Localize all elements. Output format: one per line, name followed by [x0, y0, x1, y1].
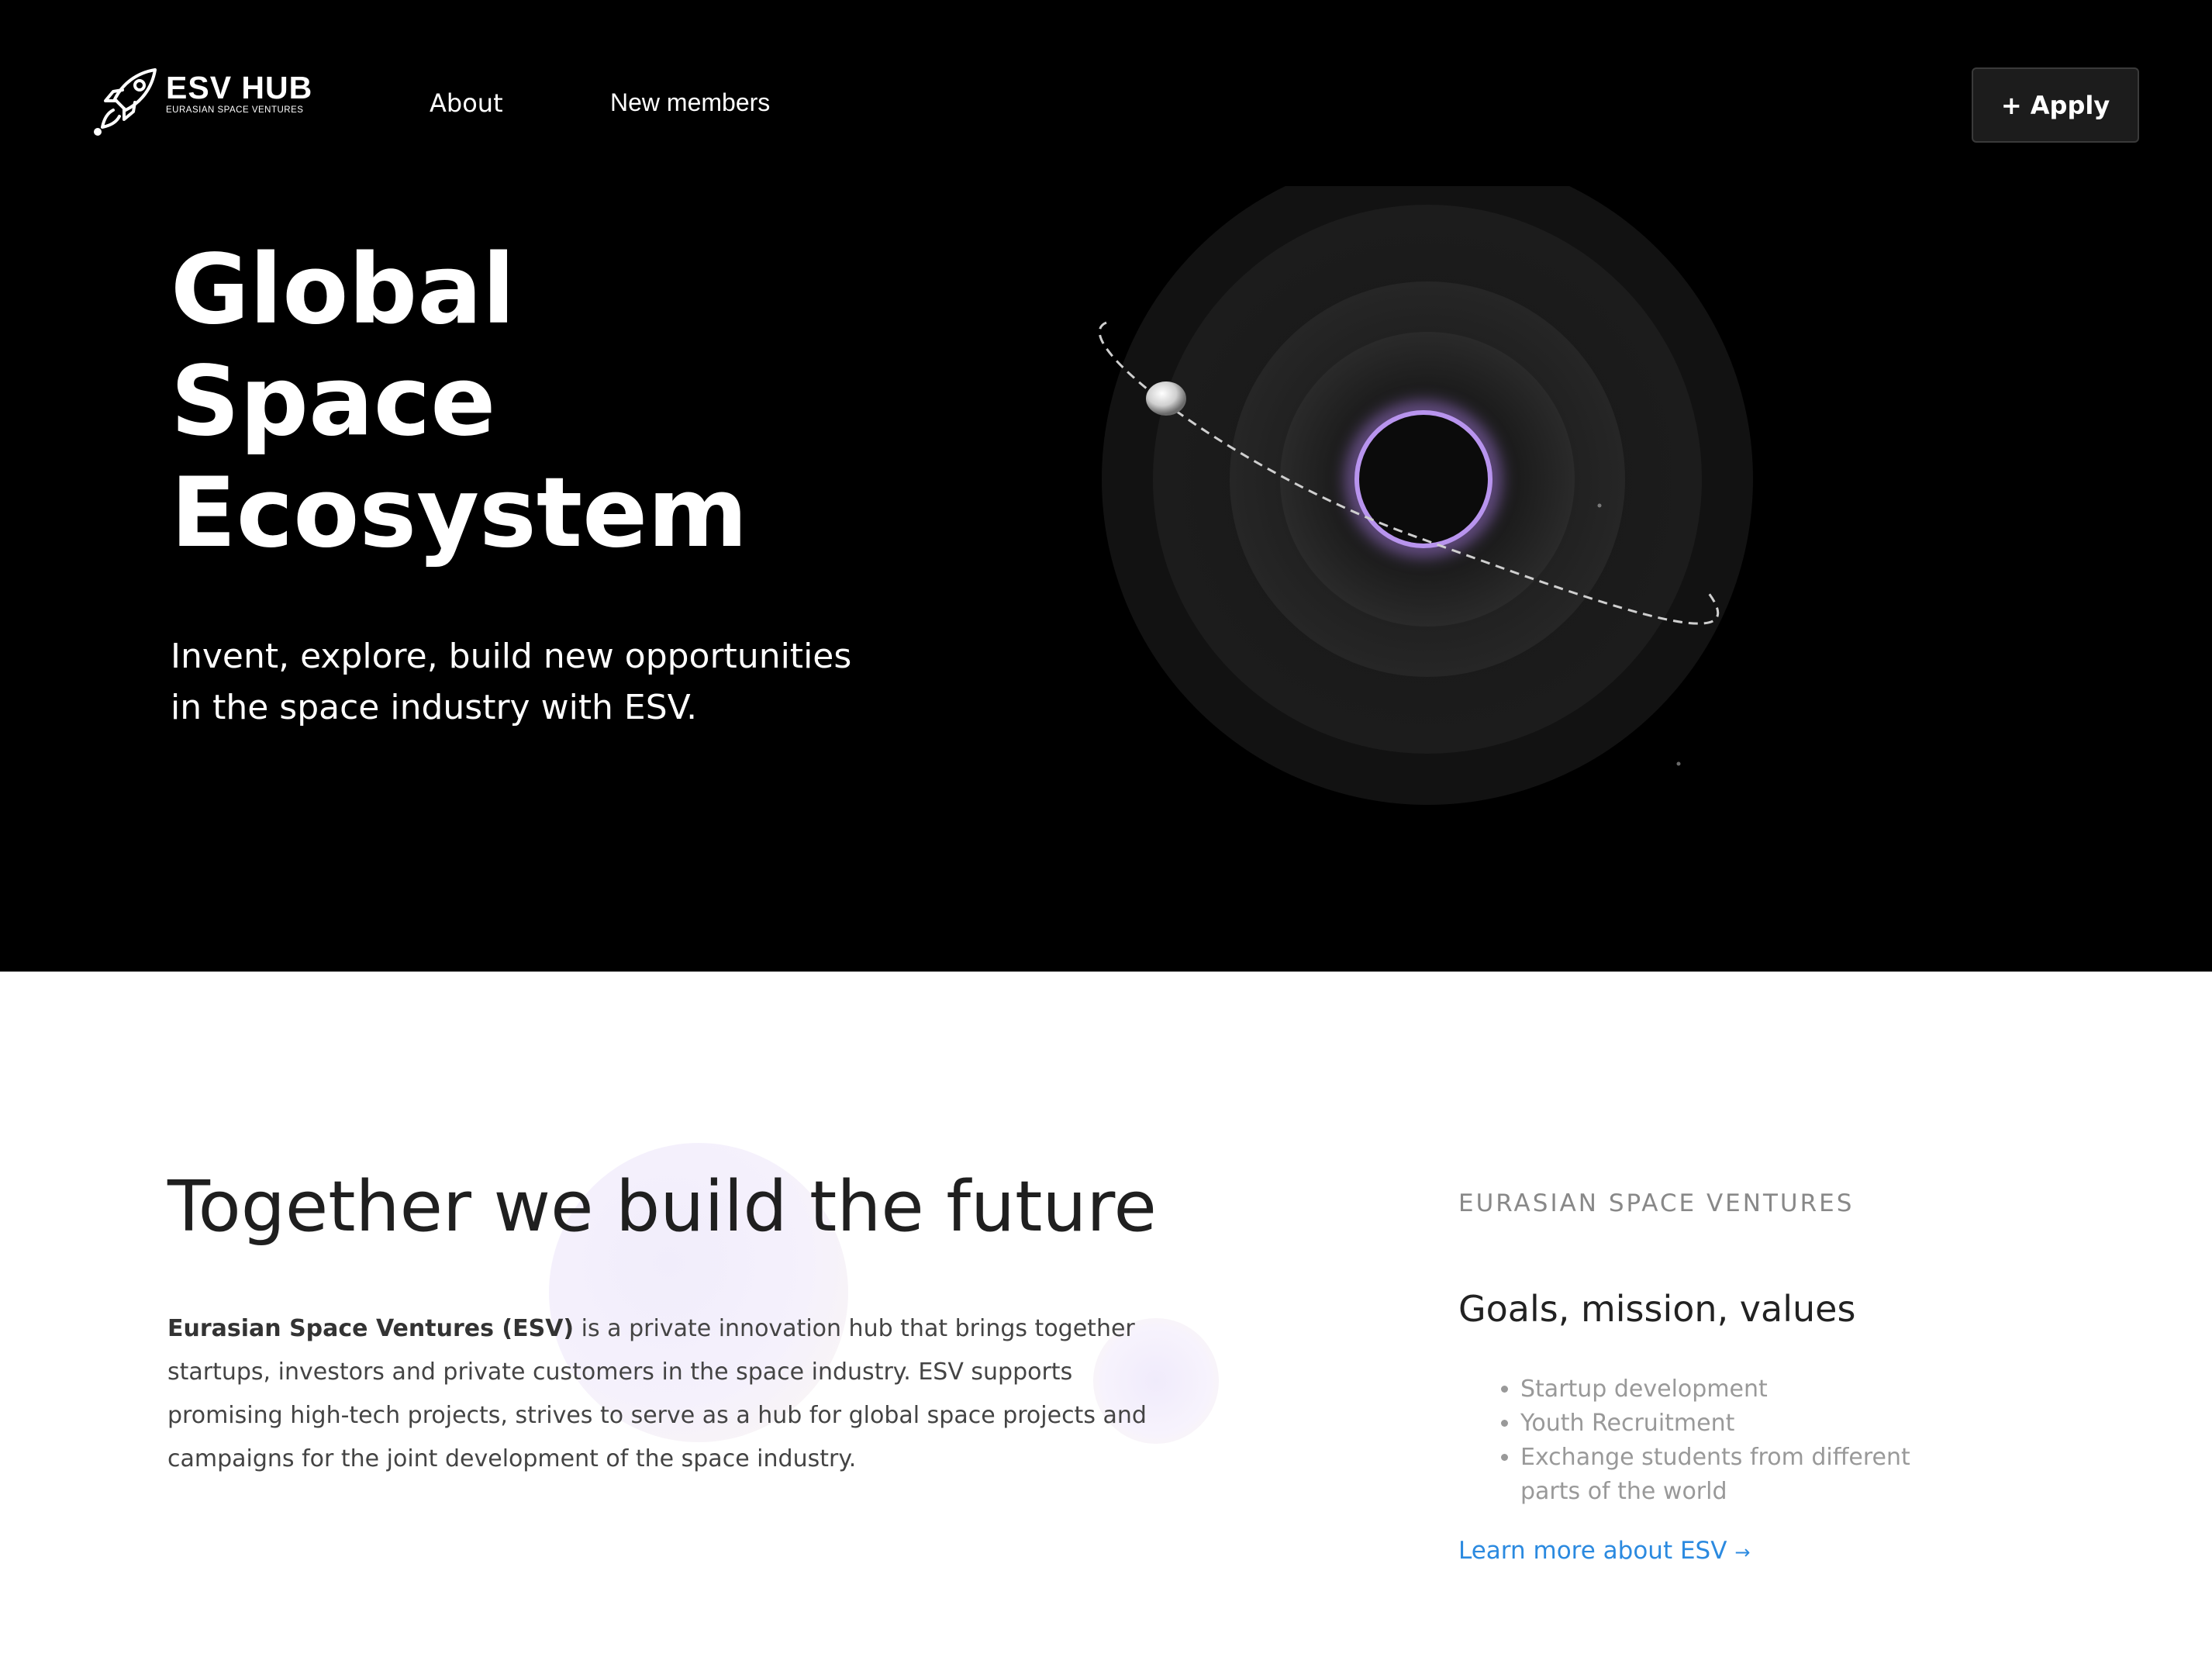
brand-text: ESV HUB EURASIAN SPACE VENTURES [166, 71, 312, 115]
hero-title-line: Ecosystem [171, 457, 748, 569]
learn-more-label: Learn more about ESV [1458, 1537, 1727, 1565]
rocket-icon [94, 68, 157, 136]
learn-more-link[interactable]: Learn more about ESV → [1458, 1534, 1751, 1569]
brand-name: ESV HUB [166, 70, 313, 105]
site-logo[interactable]: ESV HUB EURASIAN SPACE VENTURES [90, 64, 338, 141]
hero-subtitle: Invent, explore, build new opportunities… [171, 637, 852, 727]
nav-new-members[interactable]: New members [610, 87, 770, 118]
arrow-right-icon: → [1734, 1541, 1751, 1563]
goals-list-item: Youth Recruitment [1520, 1407, 1924, 1441]
brand-subtitle: EURASIAN SPACE VENTURES [166, 105, 304, 115]
sidebar-eyebrow: EURASIAN SPACE VENTURES [1458, 1189, 1855, 1217]
intro-paragraph: Eurasian Space Ventures (ESV) is a priva… [167, 1307, 1168, 1481]
hero-title: Global Space Ecosystem [171, 234, 747, 569]
sidebar-heading: Goals, mission, values [1458, 1288, 1856, 1330]
nav-about[interactable]: About [430, 88, 503, 119]
goals-list: Startup development Youth Recruitment Ex… [1458, 1372, 1924, 1509]
hero-section: ESV HUB EURASIAN SPACE VENTURES About Ne… [0, 0, 2212, 972]
hero-title-line: Global [171, 234, 516, 346]
section-title: Together we build the future [167, 1166, 1157, 1248]
goals-list-item: Exchange students from different parts o… [1520, 1441, 1924, 1509]
goals-list-item: Startup development [1520, 1372, 1924, 1407]
planet-orbit-illustration [1098, 186, 1753, 805]
hero-title-line: Space [171, 346, 496, 457]
intro-strong: Eurasian Space Ventures (ESV) [167, 1315, 575, 1342]
apply-button[interactable]: + Apply [1972, 67, 2139, 143]
